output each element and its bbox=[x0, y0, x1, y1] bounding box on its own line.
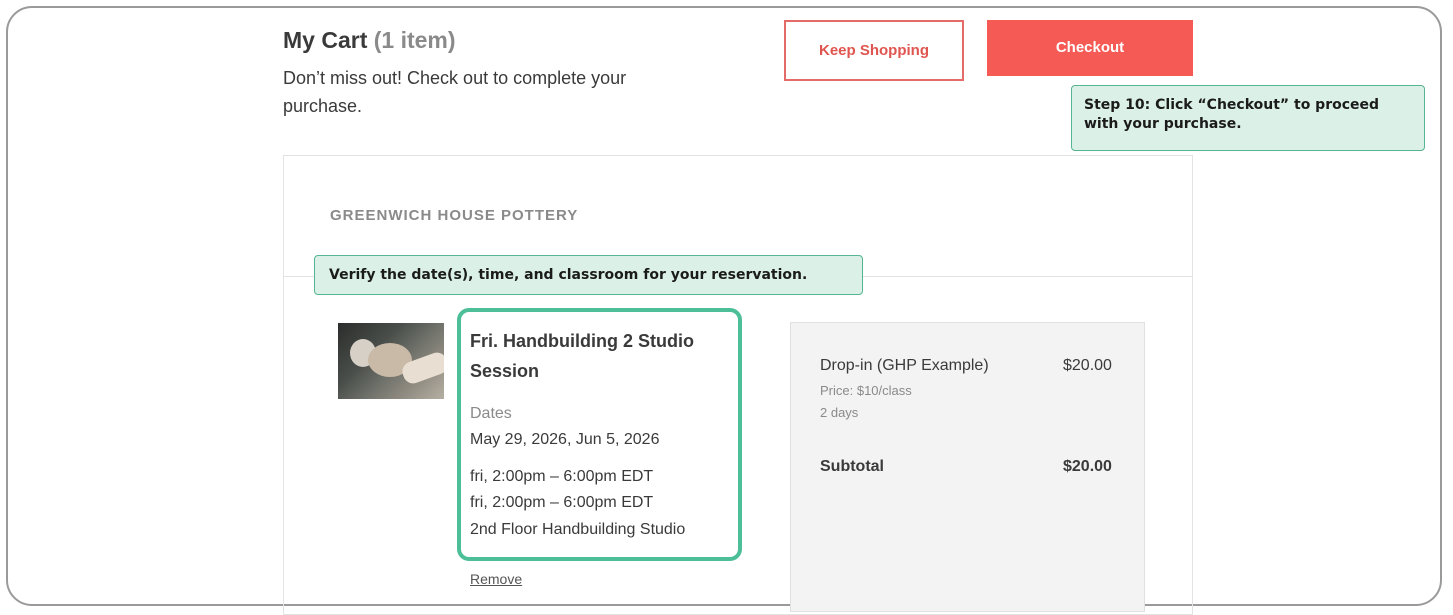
cart-item-count: (1 item) bbox=[373, 27, 456, 53]
subtotal-value: $20.00 bbox=[1063, 458, 1112, 475]
organization-name: GREENWICH HOUSE POTTERY bbox=[330, 207, 579, 224]
dates-label: Dates bbox=[470, 405, 512, 422]
page-title: My Cart (1 item) bbox=[283, 27, 456, 54]
cart-title-text: My Cart bbox=[283, 27, 368, 53]
checkout-button[interactable]: Checkout bbox=[987, 20, 1193, 76]
class-title: Fri. Handbuilding 2 Studio Session bbox=[470, 331, 694, 381]
time-slot-2: fri, 2:00pm – 6:00pm EDT bbox=[470, 494, 654, 511]
cart-subtitle: Don’t miss out! Check out to complete yo… bbox=[283, 68, 627, 116]
summary-item-name: Drop-in (GHP Example) bbox=[820, 357, 989, 374]
dates-value: May 29, 2026, Jun 5, 2026 bbox=[470, 431, 660, 448]
remove-link[interactable]: Remove bbox=[470, 571, 522, 587]
time-slot-1: fri, 2:00pm – 6:00pm EDT bbox=[470, 468, 654, 485]
summary-days-note: 2 days bbox=[820, 405, 859, 420]
summary-item-price: $20.00 bbox=[1063, 357, 1112, 374]
subtotal-label: Subtotal bbox=[820, 458, 884, 475]
summary-price-note: Price: $10/class bbox=[820, 383, 912, 398]
step-10-tooltip: Step 10: Click “Checkout” to proceed wit… bbox=[1071, 85, 1425, 151]
pottery-photo-icon bbox=[338, 323, 444, 399]
classroom-name: 2nd Floor Handbuilding Studio bbox=[470, 521, 686, 538]
keep-shopping-button[interactable]: Keep Shopping bbox=[784, 20, 964, 81]
verify-tooltip: Verify the date(s), time, and classroom … bbox=[314, 255, 863, 295]
